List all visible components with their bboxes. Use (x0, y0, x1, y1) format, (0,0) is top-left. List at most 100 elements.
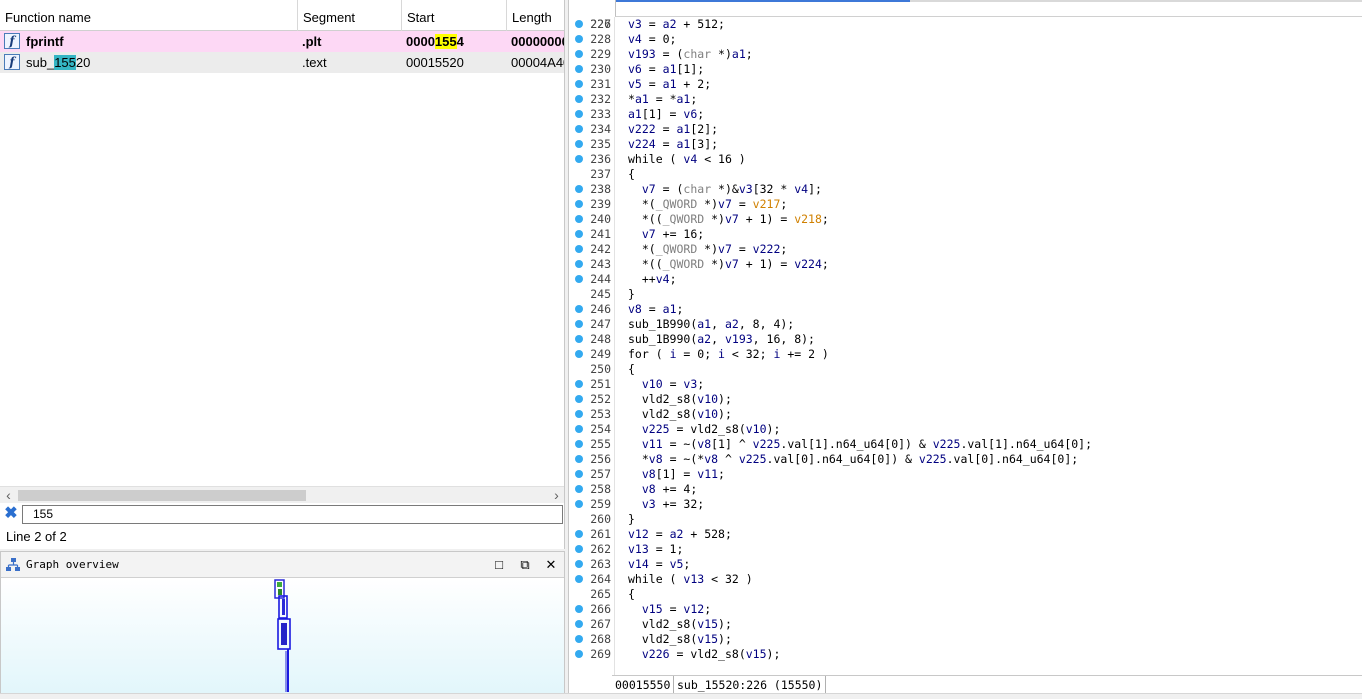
breakpoint-dot-icon[interactable] (575, 485, 583, 493)
column-header-segment[interactable]: Segment (298, 0, 402, 31)
scroll-right-icon[interactable]: › (548, 487, 564, 504)
code-line[interactable]: 252 vld2_s8(v10); (569, 392, 1362, 407)
breakpoint-dot-icon[interactable] (575, 620, 583, 628)
code-line[interactable]: 233 a1[1] = v6; (569, 107, 1362, 122)
code-line[interactable]: 266 v15 = v12; (569, 602, 1362, 617)
breakpoint-dot-icon[interactable] (575, 440, 583, 448)
restore-button[interactable]: ⧉ (516, 556, 534, 574)
code-line[interactable]: 238 v7 = (char *)&v3[32 * v4]; (569, 182, 1362, 197)
horizontal-scrollbar[interactable]: ‹ › (0, 486, 564, 504)
breakpoint-dot-icon[interactable] (575, 185, 583, 193)
breakpoint-dot-icon[interactable] (575, 500, 583, 508)
close-x-icon[interactable]: ✖ (3, 506, 19, 522)
breakpoint-dot-icon[interactable] (575, 380, 583, 388)
code-line[interactable]: 250 { (569, 362, 1362, 377)
code-line[interactable]: 236 while ( v4 < 16 ) (569, 152, 1362, 167)
breakpoint-dot-icon[interactable] (575, 50, 583, 58)
code-line[interactable]: 259 v3 += 32; (569, 497, 1362, 512)
breakpoint-dot-icon[interactable] (575, 35, 583, 43)
column-header-function-name[interactable]: Function name (0, 0, 298, 31)
breakpoint-dot-icon[interactable] (575, 80, 583, 88)
code-line[interactable]: 269 v226 = vld2_s8(v15); (569, 647, 1362, 662)
code-line[interactable]: 226 (569, 2, 1362, 31)
breakpoint-dot-icon[interactable] (575, 275, 583, 283)
code-line[interactable]: 263 v14 = v5; (569, 557, 1362, 572)
code-line[interactable]: 240 *((_QWORD *)v7 + 1) = v218; (569, 212, 1362, 227)
breakpoint-dot-icon[interactable] (575, 110, 583, 118)
code-line[interactable]: 227 v3 = a2 + 512; (569, 17, 1362, 32)
code-line[interactable]: 251 v10 = v3; (569, 377, 1362, 392)
code-line[interactable]: 243 *((_QWORD *)v7 + 1) = v224; (569, 257, 1362, 272)
breakpoint-dot-icon[interactable] (575, 605, 583, 613)
code-line[interactable]: 257 v8[1] = v11; (569, 467, 1362, 482)
code-line[interactable]: 242 *(_QWORD *)v7 = v222; (569, 242, 1362, 257)
breakpoint-dot-icon[interactable] (575, 305, 583, 313)
breakpoint-dot-icon[interactable] (575, 230, 583, 238)
line-number: 268 (590, 632, 611, 646)
scrollbar-thumb[interactable] (18, 490, 306, 501)
breakpoint-dot-icon[interactable] (575, 425, 583, 433)
code-line[interactable]: 261 v12 = a2 + 528; (569, 527, 1362, 542)
code-line[interactable]: 260} (569, 512, 1362, 527)
breakpoint-dot-icon[interactable] (575, 335, 583, 343)
breakpoint-dot-icon[interactable] (575, 215, 583, 223)
column-header-length[interactable]: Length (507, 0, 564, 31)
code-line[interactable]: 229 v193 = (char *)a1; (569, 47, 1362, 62)
breakpoint-dot-icon[interactable] (575, 65, 583, 73)
code-line[interactable]: 237 { (569, 167, 1362, 182)
code-line[interactable]: 256 *v8 = ~(*v8 ^ v225.val[0].n64_u64[0]… (569, 452, 1362, 467)
code-line[interactable]: 265 { (569, 587, 1362, 602)
code-line[interactable]: 254 v225 = vld2_s8(v10); (569, 422, 1362, 437)
code-line[interactable]: 262 v13 = 1; (569, 542, 1362, 557)
breakpoint-dot-icon[interactable] (575, 635, 583, 643)
code-line[interactable]: 248 sub_1B990(a2, v193, 16, 8); (569, 332, 1362, 347)
breakpoint-dot-icon[interactable] (575, 650, 583, 658)
breakpoint-dot-icon[interactable] (575, 320, 583, 328)
breakpoint-dot-icon[interactable] (575, 350, 583, 358)
breakpoint-dot-icon[interactable] (575, 200, 583, 208)
code-line[interactable]: 235 v224 = a1[3]; (569, 137, 1362, 152)
breakpoint-dot-icon[interactable] (575, 560, 583, 568)
code-line[interactable]: 268 vld2_s8(v15); (569, 632, 1362, 647)
code-line[interactable]: 255 v11 = ~(v8[1] ^ v225.val[1].n64_u64[… (569, 437, 1362, 452)
breakpoint-dot-icon[interactable] (575, 155, 583, 163)
breakpoint-dot-icon[interactable] (575, 125, 583, 133)
code-line[interactable]: 258 v8 += 4; (569, 482, 1362, 497)
code-line[interactable]: 264 while ( v13 < 32 ) (569, 572, 1362, 587)
code-line[interactable]: 241 v7 += 16; (569, 227, 1362, 242)
minimize-button[interactable]: □ (490, 556, 508, 574)
breakpoint-dot-icon[interactable] (575, 410, 583, 418)
table-row[interactable]: f sub_15520 .text 00015520 00004A40 (0, 52, 564, 73)
breakpoint-dot-icon[interactable] (575, 470, 583, 478)
code-line[interactable]: 231 v5 = a1 + 2; (569, 77, 1362, 92)
code-line[interactable]: 247 sub_1B990(a1, a2, 8, 4); (569, 317, 1362, 332)
breakpoint-dot-icon[interactable] (575, 530, 583, 538)
table-row[interactable]: f fprintf .plt 00001554 00000000 (0, 31, 564, 52)
filter-input[interactable]: 155 (22, 505, 563, 524)
code-line[interactable]: 234 v222 = a1[2]; (569, 122, 1362, 137)
breakpoint-dot-icon[interactable] (575, 575, 583, 583)
code-line[interactable]: 230 v6 = a1[1]; (569, 62, 1362, 77)
code-line[interactable]: 239 *(_QWORD *)v7 = v217; (569, 197, 1362, 212)
code-line[interactable]: 244 ++v4; (569, 272, 1362, 287)
close-button[interactable]: ✕ (542, 556, 560, 574)
code-line[interactable]: 232 *a1 = *a1; (569, 92, 1362, 107)
column-header-start[interactable]: Start (402, 0, 507, 31)
code-line[interactable]: 267 vld2_s8(v15); (569, 617, 1362, 632)
graph-overview-canvas[interactable] (1, 579, 564, 693)
breakpoint-dot-icon[interactable] (575, 140, 583, 148)
breakpoint-dot-icon[interactable] (575, 245, 583, 253)
breakpoint-dot-icon[interactable] (575, 95, 583, 103)
code-line[interactable]: 245} (569, 287, 1362, 302)
scroll-left-icon[interactable]: ‹ (0, 487, 17, 504)
breakpoint-dot-icon[interactable] (575, 260, 583, 268)
breakpoint-dot-icon[interactable] (575, 395, 583, 403)
breakpoint-dot-icon[interactable] (575, 20, 583, 28)
code-line[interactable]: 228 v4 = 0; (569, 32, 1362, 47)
code-line[interactable]: 246 v8 = a1; (569, 302, 1362, 317)
code-line[interactable]: 253 vld2_s8(v10); (569, 407, 1362, 422)
segment-cell: .plt (302, 34, 322, 49)
breakpoint-dot-icon[interactable] (575, 455, 583, 463)
breakpoint-dot-icon[interactable] (575, 545, 583, 553)
code-line[interactable]: 249 for ( i = 0; i < 32; i += 2 ) (569, 347, 1362, 362)
